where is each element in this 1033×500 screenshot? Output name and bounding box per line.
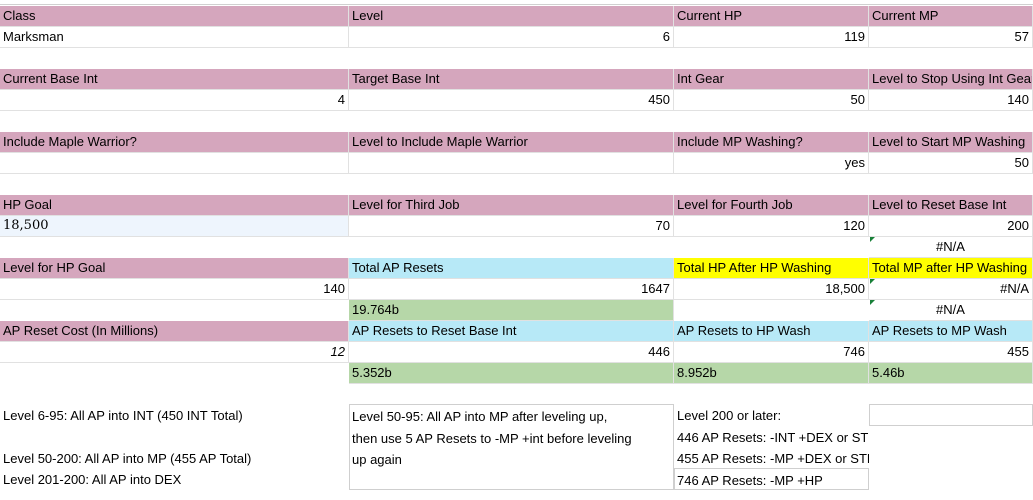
stop-int-gear-value-cell[interactable]: 140 — [869, 90, 1033, 111]
base-int-header[interactable]: Current Base Int — [0, 69, 349, 90]
level-header[interactable]: Level — [349, 6, 674, 27]
hp-goal-level-header[interactable]: Level for HP Goal — [0, 258, 349, 279]
int-gear-header[interactable]: Int Gear — [674, 69, 869, 90]
class-value-cell[interactable]: Marksman — [0, 27, 349, 48]
resets-hp-wash-value-cell[interactable]: 746 — [674, 342, 869, 363]
reset-cost-header[interactable]: AP Reset Cost (In Millions) — [0, 321, 349, 342]
note-mid-2: then use 5 AP Resets to -MP +int before … — [352, 430, 632, 446]
start-mp-washing-value-cell[interactable]: 50 — [869, 153, 1033, 174]
note-left-2: Level 50-200: All AP into MP (455 AP Tot… — [3, 451, 252, 466]
resets-base-int-header[interactable]: AP Resets to Reset Base Int — [349, 321, 674, 342]
na-cell-2[interactable]: #N/A — [869, 300, 1033, 321]
mp-washing-header[interactable]: Include MP Washing? — [674, 132, 869, 153]
current-hp-value-cell[interactable]: 119 — [674, 27, 869, 48]
resets-base-int-value-cell[interactable]: 446 — [349, 342, 674, 363]
maple-warrior-value-cell[interactable] — [0, 153, 349, 174]
cost-mp-wash-cell[interactable]: 5.46b — [869, 363, 1033, 384]
total-cost-cell[interactable]: 19.764b — [349, 300, 674, 321]
int-gear-value-cell[interactable]: 50 — [674, 90, 869, 111]
cost-hp-wash-cell[interactable]: 8.952b — [674, 363, 869, 384]
cost-base-int-cell[interactable]: 5.352b — [349, 363, 674, 384]
start-mp-washing-header[interactable]: Level to Start MP Washing — [869, 132, 1033, 153]
note-mid-1: Level 50-95: All AP into MP after leveli… — [352, 409, 608, 424]
total-hp-after-washing-header[interactable]: Total HP After HP Washing — [674, 258, 869, 279]
hp-goal-level-value-cell[interactable]: 140 — [0, 279, 349, 300]
note-marker-icon — [870, 279, 875, 284]
hp-goal-value-cell[interactable]: 18,500 — [0, 216, 349, 237]
reset-cost-value-cell[interactable]: 12 — [0, 342, 349, 363]
note-left-1: Level 6-95: All AP into INT (450 INT Tot… — [3, 408, 243, 423]
reset-base-int-value-cell[interactable]: 200 — [869, 216, 1033, 237]
note-mid-3: up again — [352, 452, 402, 467]
total-mp-value-cell[interactable]: #N/A — [869, 279, 1033, 300]
third-job-header[interactable]: Level for Third Job — [349, 195, 674, 216]
total-hp-value-cell[interactable]: 18,500 — [674, 279, 869, 300]
total-ap-resets-value-cell[interactable]: 1647 — [349, 279, 674, 300]
fourth-job-value-cell[interactable]: 120 — [674, 216, 869, 237]
mp-washing-value-cell[interactable]: yes — [674, 153, 869, 174]
resets-mp-wash-header[interactable]: AP Resets to MP Wash — [869, 321, 1033, 342]
base-int-value-cell[interactable]: 4 — [0, 90, 349, 111]
bordered-note-cell[interactable] — [674, 468, 869, 490]
target-int-value-cell[interactable]: 450 — [349, 90, 674, 111]
resets-mp-wash-value-cell[interactable]: 455 — [869, 342, 1033, 363]
notes-middle-box: Level 50-95: All AP into MP after leveli… — [349, 404, 674, 490]
resets-hp-wash-header[interactable]: AP Resets to HP Wash — [674, 321, 869, 342]
total-mp-after-washing-header[interactable]: Total MP after HP Washing — [869, 258, 1033, 279]
stop-int-gear-header[interactable]: Level to Stop Using Int Gear — [869, 69, 1033, 90]
note-left-3: Level 201-200: All AP into DEX — [3, 472, 182, 487]
spreadsheet-grid: Class Level Current HP Current MP Marksm… — [0, 0, 1033, 500]
current-mp-value-cell[interactable]: 57 — [869, 27, 1033, 48]
current-mp-header[interactable]: Current MP — [869, 6, 1033, 27]
total-ap-resets-header[interactable]: Total AP Resets — [349, 258, 674, 279]
note-right-3: 455 AP Resets: -MP +DEX or STR — [677, 451, 869, 466]
maple-warrior-header[interactable]: Include Maple Warrior? — [0, 132, 349, 153]
current-hp-header[interactable]: Current HP — [674, 6, 869, 27]
fourth-job-header[interactable]: Level for Fourth Job — [674, 195, 869, 216]
third-job-value-cell[interactable]: 70 — [349, 216, 674, 237]
maple-warrior-level-value-cell[interactable] — [349, 153, 674, 174]
maple-warrior-level-header[interactable]: Level to Include Maple Warrior — [349, 132, 674, 153]
reset-base-int-header[interactable]: Level to Reset Base Int — [869, 195, 1033, 216]
top-gridline — [0, 0, 1033, 5]
na-cell-1[interactable]: #N/A — [869, 237, 1033, 258]
class-header[interactable]: Class — [0, 6, 349, 27]
target-int-header[interactable]: Target Base Int — [349, 69, 674, 90]
hp-goal-header[interactable]: HP Goal — [0, 195, 349, 216]
empty-note-cell[interactable] — [869, 404, 1033, 426]
note-right-2: 446 AP Resets: -INT +DEX or STR — [677, 429, 869, 445]
note-right-1: Level 200 or later: — [677, 408, 782, 423]
level-value-cell[interactable]: 6 — [349, 27, 674, 48]
